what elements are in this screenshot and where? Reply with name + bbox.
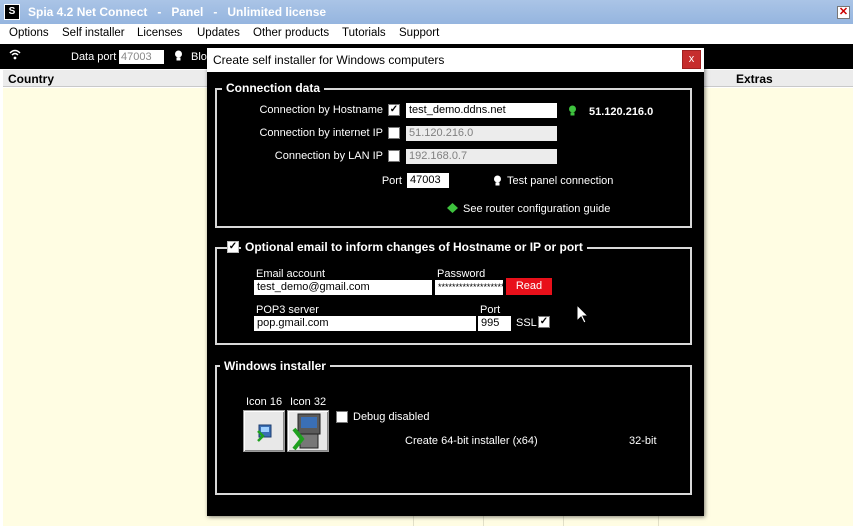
test-panel-link[interactable]: Test panel connection <box>507 175 613 187</box>
lan-ip-label: Connection by LAN IP <box>274 150 383 162</box>
pop3-port-label: Port <box>480 304 501 316</box>
read-button[interactable]: Read <box>506 278 552 295</box>
menu-updates[interactable]: Updates <box>197 27 240 39</box>
lan-ip-checkbox[interactable] <box>388 150 400 162</box>
menu-self-installer[interactable]: Self installer <box>62 27 125 39</box>
pop3-input[interactable]: pop.gmail.com <box>254 316 476 331</box>
resolved-ip: 51.120.216.0 <box>589 106 654 118</box>
internet-ip-input[interactable]: 51.120.216.0 <box>406 126 557 141</box>
dialog-close-button[interactable]: x <box>682 50 701 69</box>
test-panel-icon <box>493 175 502 190</box>
ssl-checkbox[interactable]: ✓ <box>538 316 550 328</box>
password-label: Password <box>437 268 486 280</box>
main-titlebar: S Spia 4.2 Net Connect - Panel - Unlimit… <box>0 0 853 24</box>
column-country[interactable]: Country <box>8 72 54 86</box>
dialog-title: Create self installer for Windows comput… <box>213 53 445 67</box>
installer-icon-16 <box>257 424 272 442</box>
wifi-icon[interactable] <box>9 49 21 63</box>
ssl-label: SSL <box>516 317 537 329</box>
hostname-label: Connection by Hostname <box>259 104 383 116</box>
installer-group-title: Windows installer <box>220 359 330 373</box>
internet-ip-label: Connection by internet IP <box>259 127 383 139</box>
menu-other-products[interactable]: Other products <box>253 27 329 39</box>
icon32-button[interactable] <box>287 410 329 452</box>
router-guide-link[interactable]: See router configuration guide <box>463 203 610 215</box>
column-extras[interactable]: Extras <box>736 72 773 86</box>
self-installer-dialog: Create self installer for Windows comput… <box>207 48 704 516</box>
menu-options[interactable]: Options <box>9 27 49 39</box>
mouse-cursor-icon <box>577 305 589 324</box>
router-guide-icon <box>447 203 458 216</box>
email-enabled-checkbox[interactable]: ✓ <box>227 241 239 253</box>
app-icon: S <box>4 4 20 20</box>
connection-group-title: Connection data <box>222 81 325 95</box>
menu-bar: Options Self installer Licenses Updates … <box>0 24 853 44</box>
hostname-input[interactable]: test_demo.ddns.net <box>406 103 557 118</box>
menu-licenses[interactable]: Licenses <box>137 27 182 39</box>
bulb-icon[interactable] <box>174 50 183 65</box>
dataport-input[interactable]: 47003 <box>119 50 164 64</box>
hostname-checkbox[interactable]: ✓ <box>388 104 400 116</box>
port-label: Port <box>381 175 402 187</box>
menu-support[interactable]: Support <box>399 27 439 39</box>
icon32-label: Icon 32 <box>290 396 327 408</box>
menu-tutorials[interactable]: Tutorials <box>342 27 386 39</box>
block-label: Blo <box>191 51 207 63</box>
installer-icon-32 <box>292 413 321 451</box>
pop3-port-input[interactable]: 995 <box>478 316 511 331</box>
password-input[interactable]: ******************** <box>435 280 503 295</box>
port-input[interactable]: 47003 <box>407 173 449 188</box>
create-32bit-button[interactable]: 32-bit <box>629 435 657 447</box>
status-bulb-icon <box>568 105 577 120</box>
email-account-input[interactable]: test_demo@gmail.com <box>254 280 432 295</box>
pop3-label: POP3 server <box>256 304 319 316</box>
dialog-titlebar: Create self installer for Windows comput… <box>207 48 704 72</box>
lan-ip-input[interactable]: 192.168.0.7 <box>406 149 557 164</box>
internet-ip-checkbox[interactable] <box>388 127 400 139</box>
window-title: Spia 4.2 Net Connect - Panel - Unlimited… <box>28 5 327 19</box>
icon16-button[interactable] <box>243 410 285 452</box>
debug-checkbox[interactable] <box>336 411 348 423</box>
create-64bit-button[interactable]: Create 64-bit installer (x64) <box>405 435 538 447</box>
email-group-title: Optional email to inform changes of Host… <box>241 240 587 254</box>
icon16-label: Icon 16 <box>246 396 283 408</box>
email-account-label: Email account <box>256 268 326 280</box>
main-close-button[interactable]: ✕ <box>837 6 850 19</box>
debug-label: Debug disabled <box>353 411 430 423</box>
dataport-label: Data port <box>71 51 117 63</box>
